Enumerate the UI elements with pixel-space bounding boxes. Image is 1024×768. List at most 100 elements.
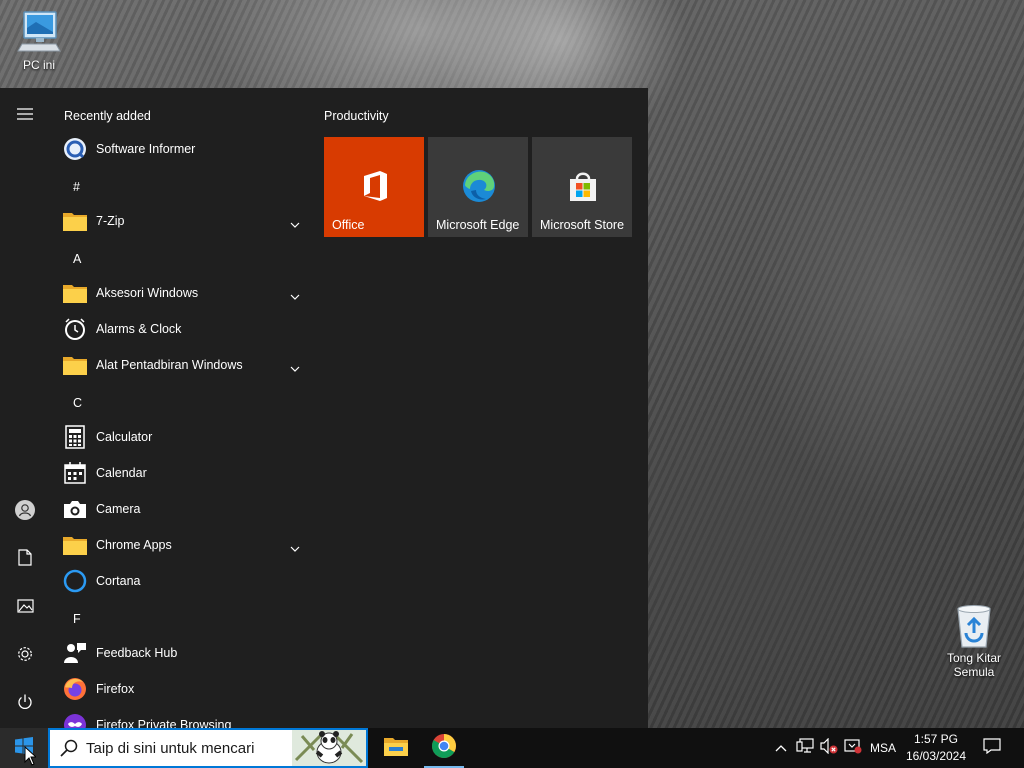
firefox-icon bbox=[63, 677, 87, 701]
document-icon bbox=[18, 549, 32, 571]
app-feedback-hub[interactable]: Feedback Hub bbox=[50, 635, 312, 671]
recycle-bin-icon bbox=[952, 603, 996, 649]
clock-date: 16/03/2024 bbox=[905, 749, 967, 763]
chevron-down-icon[interactable] bbox=[290, 215, 300, 233]
network-icon bbox=[796, 737, 814, 759]
app-label: Firefox bbox=[96, 682, 135, 696]
app-camera[interactable]: Camera bbox=[50, 491, 312, 527]
firefox-private-icon bbox=[63, 713, 87, 728]
power-button[interactable] bbox=[0, 682, 50, 726]
volume-tray-button[interactable] bbox=[818, 728, 840, 768]
app-firefox-private-browsing[interactable]: Firefox Private Browsing bbox=[50, 707, 312, 728]
tile-microsoft-edge[interactable]: Microsoft Edge bbox=[428, 137, 528, 237]
cortana-icon bbox=[63, 569, 87, 593]
calendar-icon bbox=[63, 461, 87, 485]
expand-menu-button[interactable] bbox=[0, 94, 50, 138]
app-software-informer[interactable]: Software Informer bbox=[50, 131, 312, 167]
taskbar-chrome[interactable] bbox=[422, 728, 466, 768]
letter-header-c[interactable]: C bbox=[50, 385, 312, 421]
documents-button[interactable] bbox=[0, 538, 50, 582]
gear-icon bbox=[16, 645, 34, 668]
store-icon bbox=[566, 169, 600, 203]
file-explorer-icon bbox=[384, 736, 408, 761]
app-calculator[interactable]: Calculator bbox=[50, 419, 312, 455]
letter-header-hash[interactable]: # bbox=[50, 169, 312, 205]
folder-icon bbox=[63, 353, 87, 377]
app-label: Calendar bbox=[96, 466, 147, 480]
tile-label: Office bbox=[332, 218, 365, 232]
app-firefox[interactable]: Firefox bbox=[50, 671, 312, 707]
search-highlight-image bbox=[292, 730, 366, 766]
notification-icon bbox=[983, 737, 1001, 759]
app-label: Firefox Private Browsing bbox=[96, 718, 232, 728]
clock[interactable]: 1:57 PG 16/03/2024 bbox=[900, 731, 972, 765]
taskbar-file-explorer[interactable] bbox=[374, 728, 418, 768]
chevron-down-icon[interactable] bbox=[290, 539, 300, 557]
app-alarms-clock[interactable]: Alarms & Clock bbox=[50, 311, 312, 347]
office-icon bbox=[358, 169, 392, 203]
feedback-hub-icon bbox=[63, 641, 87, 665]
power-icon bbox=[16, 693, 34, 716]
folder-alat-pentadbiran-windows[interactable]: Alat Pentadbiran Windows bbox=[50, 347, 312, 383]
start-left-rail bbox=[0, 88, 50, 728]
folder-chrome-apps[interactable]: Chrome Apps bbox=[50, 527, 312, 563]
picture-icon bbox=[16, 598, 34, 618]
settings-button[interactable] bbox=[0, 634, 50, 678]
folder-icon bbox=[63, 281, 87, 305]
input-language-indicator[interactable]: MSA bbox=[870, 741, 896, 755]
alarm-clock-icon bbox=[63, 317, 87, 341]
app-label: Camera bbox=[96, 502, 141, 516]
search-placeholder: Taip di sini untuk mencari bbox=[86, 739, 255, 757]
tile-group-heading[interactable]: Productivity bbox=[324, 109, 389, 123]
mouse-cursor-icon bbox=[24, 745, 38, 768]
desktop-icon-this-pc[interactable]: PC ini bbox=[3, 8, 75, 72]
chevron-down-icon[interactable] bbox=[290, 287, 300, 305]
folder-aksesori-windows[interactable]: Aksesori Windows bbox=[50, 275, 312, 311]
tile-office[interactable]: Office bbox=[324, 137, 424, 237]
app-label: Calculator bbox=[96, 430, 153, 444]
taskbar: Taip di sini untuk mencari MSA 1:57 PG 1… bbox=[0, 728, 1024, 768]
network-tray-button[interactable] bbox=[794, 728, 816, 768]
chrome-icon bbox=[431, 733, 457, 764]
app-list: Recently added Software Informer # 7-Zip… bbox=[50, 88, 312, 728]
desktop-icon-label: Tong Kitar Semula bbox=[946, 651, 1002, 679]
software-informer-icon bbox=[63, 137, 87, 161]
app-label: Software Informer bbox=[96, 142, 196, 156]
device-warning-icon bbox=[844, 738, 862, 759]
account-button[interactable] bbox=[0, 490, 50, 534]
app-label: Alat Pentadbiran Windows bbox=[96, 358, 243, 372]
tile-label: Microsoft Store bbox=[540, 218, 625, 232]
app-label: 7-Zip bbox=[96, 214, 125, 228]
app-label: Cortana bbox=[96, 574, 141, 588]
search-input[interactable]: Taip di sini untuk mencari bbox=[48, 728, 368, 768]
folder-7-zip[interactable]: 7-Zip bbox=[50, 203, 312, 239]
device-tray-button[interactable] bbox=[842, 728, 864, 768]
app-label: Alarms & Clock bbox=[96, 322, 182, 336]
app-calendar[interactable]: Calendar bbox=[50, 455, 312, 491]
desktop-icon-recycle-bin[interactable]: Tong Kitar Semula bbox=[938, 603, 1010, 679]
chevron-down-icon[interactable] bbox=[290, 359, 300, 377]
letter-header-f[interactable]: F bbox=[50, 601, 312, 637]
letter-header-a[interactable]: A bbox=[50, 241, 312, 277]
folder-icon bbox=[63, 209, 87, 233]
hamburger-icon bbox=[17, 107, 33, 125]
pictures-button[interactable] bbox=[0, 586, 50, 630]
app-cortana[interactable]: Cortana bbox=[50, 563, 312, 599]
app-label: Aksesori Windows bbox=[96, 286, 199, 300]
recently-added-heading: Recently added bbox=[64, 109, 151, 123]
chevron-up-icon bbox=[775, 739, 787, 757]
folder-icon bbox=[63, 533, 87, 557]
app-label: Chrome Apps bbox=[96, 538, 172, 552]
calculator-icon bbox=[63, 425, 87, 449]
computer-icon bbox=[16, 8, 62, 56]
search-icon bbox=[60, 739, 78, 757]
tile-microsoft-store[interactable]: Microsoft Store bbox=[532, 137, 632, 237]
volume-muted-icon bbox=[820, 737, 838, 759]
desktop-icon-label: PC ini bbox=[22, 58, 55, 72]
clock-time: 1:57 PG bbox=[913, 732, 959, 746]
action-center-button[interactable] bbox=[978, 728, 1006, 768]
user-avatar-icon bbox=[15, 499, 35, 525]
app-label: Feedback Hub bbox=[96, 646, 178, 660]
start-menu: Recently added Software Informer # 7-Zip… bbox=[0, 88, 648, 728]
show-hidden-icons-button[interactable] bbox=[772, 728, 790, 768]
